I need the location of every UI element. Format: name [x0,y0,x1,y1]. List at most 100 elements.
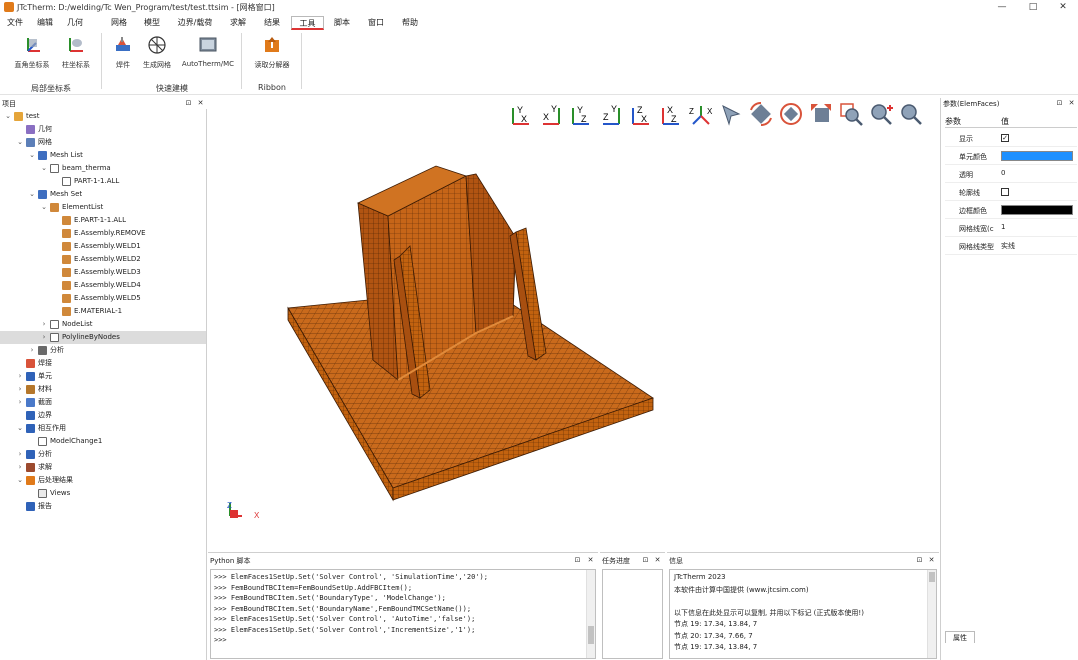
panel-close-icon[interactable]: ✕ [196,98,205,109]
menu-boundary-load[interactable]: 边界/载荷 [174,16,216,30]
collapse-arrow-icon[interactable]: › [28,344,36,357]
tree-item[interactable]: ⌄ 后处理结果 [0,474,206,487]
tree-item[interactable]: › PolylineByNodes [0,331,206,344]
property-value[interactable]: 1 [1001,223,1005,231]
python-console[interactable]: >>> ElemFaces1SetUp.Set('Solver Control'… [210,569,596,659]
tree-item[interactable]: E.MATERIAL-1 [0,305,206,318]
tree-item[interactable]: ⌄ Mesh Set [0,188,206,201]
pin-icon[interactable]: ⊡ [1055,98,1064,109]
expand-arrow-icon[interactable]: ⌄ [40,162,48,175]
app-icon [4,2,14,12]
tree-item[interactable]: › 分析 [0,448,206,461]
menu-model[interactable]: 模型 [141,16,163,30]
read-decomposer-button[interactable]: 读取分解器 [248,35,296,70]
collapse-arrow-icon[interactable]: › [16,396,24,409]
tree-item[interactable]: › 求解 [0,461,206,474]
expand-arrow-icon[interactable]: ⌄ [28,188,36,201]
tree-item[interactable]: › 分析 [0,344,206,357]
tree-item[interactable]: › 截面 [0,396,206,409]
expand-arrow-icon[interactable]: ⌄ [4,110,12,123]
menu-window[interactable]: 窗口 [365,16,387,30]
cartesian-coords-button[interactable]: 直角坐标系 [10,35,54,70]
collapse-arrow-icon[interactable]: › [16,370,24,383]
tree-item[interactable]: E.Assembly.WELD4 [0,279,206,292]
weld-button[interactable]: 焊件 [108,35,138,70]
expand-arrow-icon[interactable]: ⌄ [16,136,24,149]
menu-script[interactable]: 脚本 [331,16,353,30]
menu-geometry[interactable]: 几何 [64,16,86,30]
tree-item[interactable]: E.Assembly.WELD2 [0,253,206,266]
close-button[interactable]: ✕ [1048,0,1078,14]
menu-file[interactable]: 文件 [4,16,26,30]
pin-icon[interactable]: ⊡ [573,555,582,566]
tree-item[interactable]: ⌄ ElementList [0,201,206,214]
collapse-arrow-icon[interactable]: › [40,331,48,344]
panel-close-icon[interactable]: ✕ [653,555,662,566]
console-line: >>> ElemFaces1SetUp.Set('Solver Control'… [214,615,476,623]
tree-item[interactable]: 报告 [0,500,206,513]
tree-item[interactable]: E.PART-1-1.ALL [0,214,206,227]
tree-item[interactable]: PART-1-1.ALL [0,175,206,188]
cylindrical-coords-button[interactable]: 柱坐标系 [56,35,96,70]
tree-item[interactable]: ⌄ 相互作用 [0,422,206,435]
message-scrollbar[interactable] [927,570,936,658]
expand-arrow-icon[interactable]: ⌄ [16,422,24,435]
minimize-button[interactable]: — [987,0,1017,14]
properties-tab[interactable]: 属性 [945,631,975,643]
color-swatch[interactable] [1001,151,1073,161]
tree-item-label: E.Assembly.WELD4 [74,281,141,289]
tree-item[interactable]: 几何 [0,123,206,136]
panel-close-icon[interactable]: ✕ [1067,98,1076,109]
maximize-button[interactable]: □ [1018,0,1048,14]
panel-close-icon[interactable]: ✕ [927,555,936,566]
tree-item[interactable]: E.Assembly.REMOVE [0,227,206,240]
scrollbar-thumb[interactable] [929,572,935,582]
tree-item[interactable]: E.Assembly.WELD3 [0,266,206,279]
tree-item[interactable]: E.Assembly.WELD5 [0,292,206,305]
tree-item[interactable]: ⌄ Mesh List [0,149,206,162]
tree-item[interactable]: ⌄ test [0,110,206,123]
menu-edit[interactable]: 编辑 [34,16,56,30]
read-decomposer-icon [262,35,282,55]
color-swatch[interactable] [1001,205,1073,215]
property-value[interactable]: 0 [1001,169,1005,177]
tree-item[interactable]: ⌄ 网格 [0,136,206,149]
tree-item[interactable]: Views [0,487,206,500]
autotherm-mc-button[interactable]: AutoTherm/MC [178,35,238,68]
collapse-arrow-icon[interactable]: › [16,461,24,474]
expand-arrow-icon[interactable]: ⌄ [40,201,48,214]
panel-close-icon[interactable]: ✕ [586,555,595,566]
property-checkbox[interactable]: ✓ [1001,134,1009,142]
scrollbar-thumb[interactable] [588,626,594,644]
cylindrical-coords-icon [66,35,86,55]
tree-item[interactable]: ModelChange1 [0,435,206,448]
collapse-arrow-icon[interactable]: › [16,448,24,461]
expand-arrow-icon[interactable]: ⌄ [28,149,36,162]
tree-item[interactable]: 边界 [0,409,206,422]
menu-tools[interactable]: 工具 [291,16,324,30]
tree-item[interactable]: ⌄ beam_therma [0,162,206,175]
tree-item[interactable]: E.Assembly.WELD1 [0,240,206,253]
generate-mesh-button[interactable]: 生成网格 [138,35,176,70]
menu-help[interactable]: 帮助 [399,16,421,30]
pin-icon[interactable]: ⊡ [915,555,924,566]
menu-results[interactable]: 结果 [261,16,283,30]
pin-icon[interactable]: ⊡ [641,555,650,566]
property-checkbox[interactable] [1001,188,1009,196]
pin-icon[interactable]: ⊡ [184,98,193,109]
expand-arrow-icon[interactable]: ⌄ [16,474,24,487]
read-decomposer-label: 读取分解器 [254,61,290,69]
tree-item[interactable]: 焊接 [0,357,206,370]
property-value[interactable]: 实线 [1001,241,1015,251]
python-scrollbar[interactable] [586,570,595,658]
tree-item[interactable]: › 单元 [0,370,206,383]
ribbon-group-ribbon: 读取分解器 Ribbon [242,31,302,93]
tree-item[interactable]: › 材料 [0,383,206,396]
menu-mesh[interactable]: 网格 [108,16,130,30]
tree-item[interactable]: › NodeList [0,318,206,331]
3d-viewport[interactable]: YXXYYZZYZXXZZX Z X [208,98,940,550]
properties-header-row: 参数 值 [945,114,1077,128]
collapse-arrow-icon[interactable]: › [16,383,24,396]
collapse-arrow-icon[interactable]: › [40,318,48,331]
menu-solve[interactable]: 求解 [227,16,249,30]
